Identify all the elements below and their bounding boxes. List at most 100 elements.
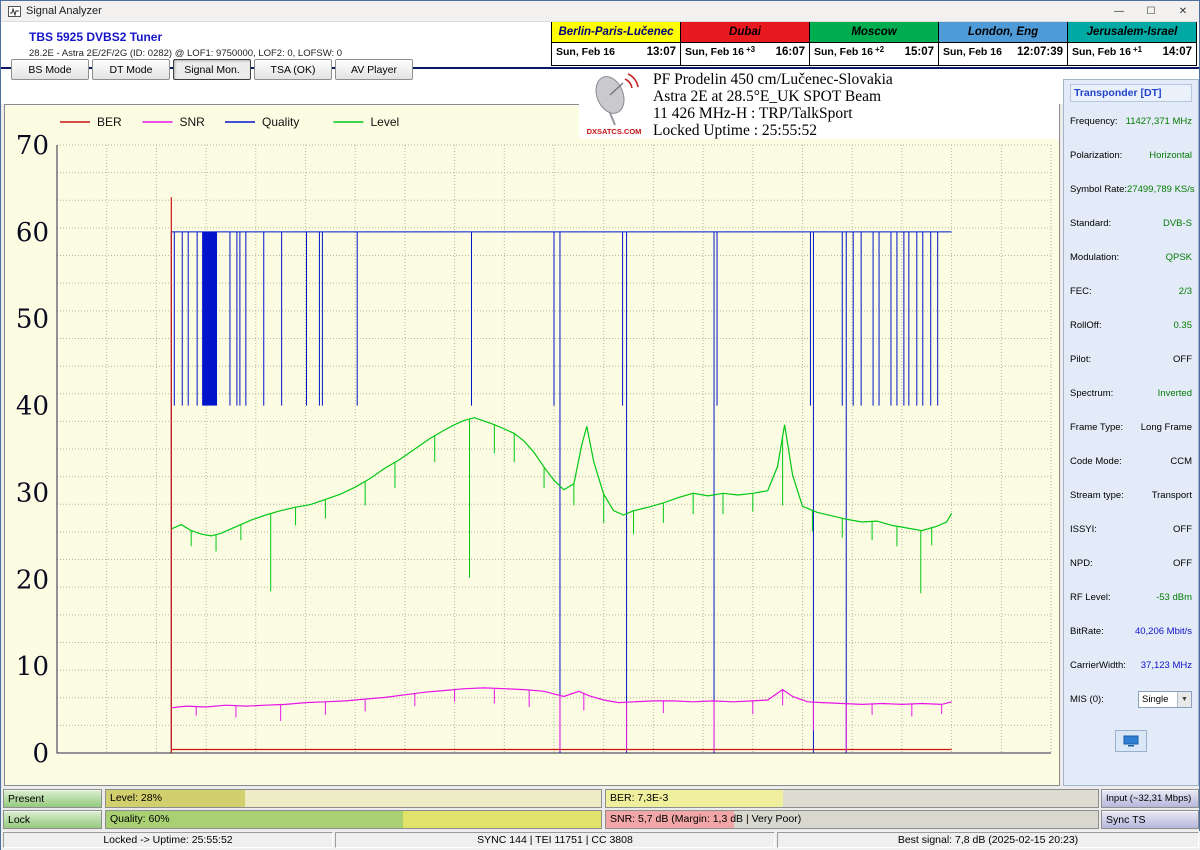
transponder-label: Code Mode: xyxy=(1070,456,1122,467)
transponder-value: OFF xyxy=(1173,354,1192,365)
mode-button-bs-mode[interactable]: BS Mode xyxy=(11,59,89,80)
annotation-line: PF Prodelin 450 cm/Lučenec-Slovakia xyxy=(653,71,893,88)
transponder-row-frequency: Frequency:11427,371 MHz xyxy=(1070,104,1192,138)
clock-time-row: Sun, Feb 16+316:07 xyxy=(681,43,809,65)
clock-time: 15:07 xyxy=(905,46,934,58)
clock-city-label: Jerusalem-Israel xyxy=(1068,22,1196,43)
svg-text:20: 20 xyxy=(16,565,49,595)
progress-label: Quality: 60% xyxy=(110,811,170,828)
transponder-value: Horizontal xyxy=(1149,150,1192,161)
transponder-label: Spectrum: xyxy=(1070,388,1113,399)
tuner-details: 28.2E - Astra 2E/2F/2G (ID: 0282) @ LOF1… xyxy=(29,48,342,59)
monitor-icon xyxy=(1123,735,1139,747)
clock-date: Sun, Feb 16 xyxy=(814,46,873,58)
transponder-row-rolloff: RollOff:0.35 xyxy=(1070,308,1192,342)
progress-bar-ber: BER: 7,3E-3 xyxy=(605,789,1099,808)
transponder-row-carrierwidth: CarrierWidth: 37,123 MHz xyxy=(1070,648,1192,682)
clock-time-row: Sun, Feb 16+114:07 xyxy=(1068,43,1196,65)
clock-time: 16:07 xyxy=(776,46,805,58)
transponder-row-spectrum: Spectrum:Inverted xyxy=(1070,376,1192,410)
clock-utc-offset: +1 xyxy=(1133,45,1142,54)
clock-date: Sun, Feb 16 xyxy=(943,46,1002,58)
chevron-down-icon[interactable]: ▼ xyxy=(1177,692,1191,707)
transponder-value: 40,206 Mbit/s xyxy=(1135,626,1192,637)
transponder-value: OFF xyxy=(1173,524,1192,535)
annotation-line: 11 426 MHz-H : TRP/TalkSport xyxy=(653,105,893,122)
mis-label: MIS (0): xyxy=(1070,694,1104,705)
progress-bar-snr: SNR: 5,7 dB (Margin: 1,3 dB | Very Poor) xyxy=(605,810,1099,829)
panel-action-button[interactable] xyxy=(1115,730,1147,752)
clock-utc-offset: +2 xyxy=(875,45,884,54)
transponder-label: Symbol Rate: xyxy=(1070,184,1127,195)
transponder-panel: Transponder [DT] Frequency:11427,371 MHz… xyxy=(1063,79,1199,786)
app-icon xyxy=(8,5,21,18)
svg-text:40: 40 xyxy=(16,392,49,422)
signal-chart: 010203040506070BERSNRQualityLevel xyxy=(5,105,1059,785)
transponder-label: Polarization: xyxy=(1070,150,1122,161)
tuner-name: TBS 5925 DVBS2 Tuner xyxy=(29,30,162,44)
signal-analyzer-window: { "window": {"title": "Signal Analyzer",… xyxy=(0,0,1200,850)
window-title: Signal Analyzer xyxy=(26,5,102,17)
mode-button-tsa-ok[interactable]: TSA (OK) xyxy=(254,59,332,80)
progress-label: BER: 7,3E-3 xyxy=(610,790,668,807)
transponder-value: Transport xyxy=(1152,490,1192,501)
mode-button-signal-mon[interactable]: Signal Mon. xyxy=(173,59,251,80)
transponder-row-fec: FEC:2/3 xyxy=(1070,274,1192,308)
transponder-label: RF Level: xyxy=(1070,592,1111,603)
clock-time-row: Sun, Feb 16 12:07:39 xyxy=(939,43,1067,65)
transponder-value: CCM xyxy=(1170,456,1192,467)
transponder-value: 27499,789 KS/s xyxy=(1127,184,1195,195)
mode-button-dt-mode[interactable]: DT Mode xyxy=(92,59,170,80)
transponder-label: RollOff: xyxy=(1070,320,1102,331)
svg-text:10: 10 xyxy=(16,652,49,682)
status-lamp-input-32-31-mbps: Input (~32,31 Mbps) xyxy=(1101,789,1199,808)
transponder-value: Long Frame xyxy=(1141,422,1192,433)
transponder-row-bitrate: BitRate:40,206 Mbit/s xyxy=(1070,614,1192,648)
title-bar: Signal Analyzer — ☐ ✕ xyxy=(1,1,1199,22)
progress-label: Level: 28% xyxy=(110,790,162,807)
window-controls: — ☐ ✕ xyxy=(1103,1,1199,21)
clock-city-label: London, Eng xyxy=(939,22,1067,43)
indicator-row-bottom: Lock Quality: 60% SNR: 5,7 dB (Margin: 1,3… xyxy=(1,810,1200,829)
clock-dubai: DubaiSun, Feb 16+316:07 xyxy=(681,22,810,65)
svg-text:50: 50 xyxy=(16,305,49,335)
maximize-button[interactable]: ☐ xyxy=(1135,1,1167,21)
panel-action-area xyxy=(1070,730,1192,752)
transponder-row-frame-type: Frame Type: Long Frame xyxy=(1070,410,1192,444)
progress-bar-quality: Quality: 60% xyxy=(105,810,602,829)
minimize-button[interactable]: — xyxy=(1103,1,1135,21)
transponder-value: 11427,371 MHz xyxy=(1126,116,1192,127)
transponder-label: NPD: xyxy=(1070,558,1093,569)
clock-date: Sun, Feb 16 xyxy=(556,46,615,58)
transponder-row-code-mode: Code Mode: CCM xyxy=(1070,444,1192,478)
mode-button-bar: BS ModeDT ModeSignal Mon.TSA (OK)AV Play… xyxy=(11,59,413,80)
statusbar-cell-2: Best signal: 7,8 dB (2025-02-15 20:23) xyxy=(777,832,1199,848)
mis-select[interactable]: Single▼ xyxy=(1138,691,1192,708)
svg-text:SNR: SNR xyxy=(180,115,206,129)
world-clocks: Berlin-Paris-LučenecSun, Feb 1613:07Duba… xyxy=(551,21,1197,66)
clock-time: 12:07:39 xyxy=(1017,46,1063,58)
svg-text:60: 60 xyxy=(16,218,49,248)
transponder-label: FEC: xyxy=(1070,286,1092,297)
transponder-row-symbol-rate: Symbol Rate:27499,789 KS/s xyxy=(1070,172,1192,206)
mode-button-av-player[interactable]: AV Player xyxy=(335,59,413,80)
transponder-row-polarization: Polarization: Horizontal xyxy=(1070,138,1192,172)
transponder-row-standard: Standard:DVB-S xyxy=(1070,206,1192,240)
transponder-label: Modulation: xyxy=(1070,252,1119,263)
close-button[interactable]: ✕ xyxy=(1167,1,1199,21)
clock-time-row: Sun, Feb 16+2 15:07 xyxy=(810,43,938,65)
dxsatcs-logo: DXSATCS.COM xyxy=(583,69,645,137)
svg-text:0: 0 xyxy=(32,739,49,769)
transponder-title: Transponder [DT] xyxy=(1070,84,1192,102)
status-lamp-sync-ts: Sync TS xyxy=(1101,810,1199,829)
statusbar-cell-1: SYNC 144 | TEI 11751 | CC 3808 xyxy=(335,832,775,848)
transponder-label: CarrierWidth: xyxy=(1070,660,1126,671)
transponder-label: Frame Type: xyxy=(1070,422,1123,433)
transponder-value: 37,123 MHz xyxy=(1141,660,1192,671)
status-lamp-lock: Lock xyxy=(3,810,102,829)
svg-text:70: 70 xyxy=(16,131,49,161)
indicator-row-top: PresentLevel: 28%BER: 7,3E-3Input (~32,3… xyxy=(1,789,1200,808)
clock-berlin-paris-lu-enec: Berlin-Paris-LučenecSun, Feb 1613:07 xyxy=(552,22,681,65)
svg-text:BER: BER xyxy=(97,115,122,129)
transponder-label: Stream type: xyxy=(1070,490,1124,501)
